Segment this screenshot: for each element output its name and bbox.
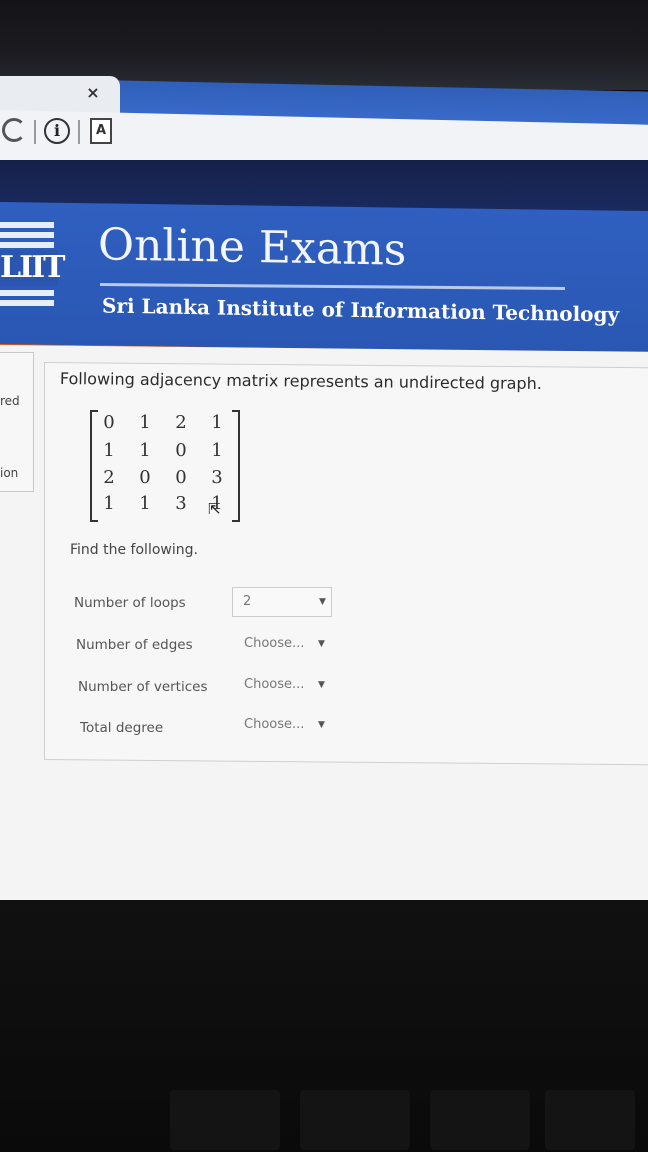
- keyboard-key: [545, 1090, 635, 1150]
- label-number-of-vertices: Number of vertices: [78, 679, 208, 695]
- quiz-info-label: ion: [0, 466, 19, 480]
- matrix-cell: 3: [211, 467, 223, 488]
- dropdown-caret-icon: ▼: [318, 680, 325, 690]
- dropdown-caret-icon: ▼: [319, 597, 326, 607]
- toolbar-separator: [34, 120, 36, 144]
- label-number-of-edges: Number of edges: [76, 637, 193, 653]
- matrix-cell: 3: [175, 493, 187, 514]
- quiz-info-label: red: [0, 394, 20, 408]
- reload-icon[interactable]: [2, 118, 26, 142]
- site-info-icon[interactable]: i: [44, 118, 70, 144]
- matrix-cell: 1: [211, 412, 223, 433]
- instruction-text: Find the following.: [70, 542, 198, 558]
- dropdown-caret-icon: ▼: [318, 720, 325, 730]
- select-number-of-vertices[interactable]: Choose... ▼: [234, 671, 334, 701]
- matrix-cell: 2: [103, 467, 115, 488]
- matrix-cell: 0: [175, 467, 187, 488]
- select-number-of-loops[interactable]: 2 ▼: [232, 587, 332, 617]
- label-number-of-loops: Number of loops: [74, 595, 186, 611]
- matrix-cell: 0: [175, 440, 187, 461]
- matrix-cell: 1: [139, 412, 151, 433]
- matrix-cell: 1: [103, 440, 115, 461]
- matrix-cell: 1: [211, 440, 223, 461]
- select-number-of-edges[interactable]: Choose... ▼: [234, 630, 334, 660]
- tab-close-icon[interactable]: ×: [84, 84, 102, 102]
- page-title: Online Exams: [98, 219, 407, 276]
- mouse-cursor-icon: ⇱: [208, 500, 221, 518]
- matrix-cell: 0: [139, 467, 151, 488]
- keyboard-key: [170, 1090, 280, 1150]
- matrix-left-bracket: [90, 410, 98, 522]
- select-value: Choose...: [244, 636, 305, 651]
- toolbar-separator: [78, 120, 80, 144]
- select-value: 2: [243, 594, 252, 609]
- matrix-cell: 1: [139, 493, 151, 514]
- keyboard-key: [430, 1090, 530, 1150]
- matrix-cell: 2: [175, 412, 187, 433]
- select-value: Choose...: [244, 717, 305, 732]
- matrix-cell: 1: [139, 440, 151, 461]
- matrix-cell: 1: [103, 493, 115, 514]
- label-total-degree: Total degree: [80, 720, 164, 736]
- select-value: Choose...: [244, 677, 305, 692]
- keyboard-key: [300, 1090, 410, 1150]
- matrix-cell: 0: [103, 412, 115, 433]
- page-icon[interactable]: A: [90, 118, 112, 144]
- select-total-degree[interactable]: Choose... ▼: [234, 711, 334, 741]
- logo-text: LIIT: [0, 250, 65, 286]
- matrix-right-bracket: [232, 410, 240, 522]
- dropdown-caret-icon: ▼: [318, 639, 325, 649]
